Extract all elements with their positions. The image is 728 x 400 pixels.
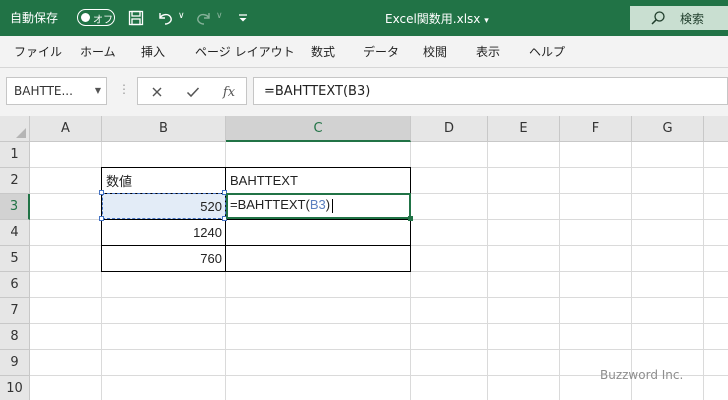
insert-function-icon[interactable]: fx — [218, 82, 240, 102]
file-name[interactable]: Excel関数用.xlsx ▾ — [385, 10, 489, 27]
table-border — [101, 245, 411, 246]
name-box[interactable]: BAHTTE... ▼ — [6, 77, 107, 105]
autosave-label: 自動保存 — [10, 11, 59, 25]
table-border — [101, 271, 411, 272]
row-header-5[interactable]: 5 — [0, 246, 30, 272]
row-header-9[interactable]: 9 — [0, 350, 30, 376]
tab-review[interactable]: 校閲 — [423, 43, 447, 60]
cancel-icon[interactable] — [146, 82, 168, 102]
tab-data[interactable]: データ — [363, 43, 399, 60]
formula-text: =BAHTTEXT(B3) — [264, 84, 371, 99]
select-all-triangle-icon — [16, 128, 26, 138]
name-box-dropdown-icon[interactable]: ▼ — [95, 86, 101, 95]
cell-c2[interactable]: BAHTTEXT — [226, 168, 411, 193]
row-header-4[interactable]: 4 — [0, 220, 30, 246]
toggle-knob — [81, 12, 90, 22]
formula-reference-border — [102, 193, 226, 219]
cell-b2[interactable]: 数値 — [102, 168, 226, 193]
ribbon-tabs: ファイル ホーム 挿入 ページ レイアウト 数式 データ 校閲 表示 ヘルプ — [0, 36, 728, 68]
row-header-1[interactable]: 1 — [0, 142, 30, 168]
gridline — [30, 297, 728, 298]
save-icon[interactable] — [126, 8, 146, 28]
row-header-8[interactable]: 8 — [0, 324, 30, 350]
tab-home[interactable]: ホーム — [80, 43, 116, 60]
file-name-text: Excel関数用.xlsx — [385, 12, 481, 26]
formula-input[interactable]: =BAHTTEXT(B3) — [253, 77, 728, 105]
row-header-2[interactable]: 2 — [0, 168, 30, 194]
table-border — [101, 167, 411, 168]
row-header-3[interactable]: 3 — [0, 194, 30, 220]
cell-b5[interactable]: 760 — [102, 246, 226, 271]
column-header-e[interactable]: E — [488, 116, 560, 142]
fill-handle[interactable] — [408, 216, 413, 221]
table-border — [101, 219, 411, 220]
toggle-state: オフ — [93, 15, 113, 26]
redo-icon[interactable] — [194, 8, 214, 28]
row-header-10[interactable]: 10 — [0, 376, 30, 400]
tab-file[interactable]: ファイル — [14, 43, 62, 60]
column-header-partial[interactable] — [704, 116, 728, 142]
edit-formula-prefix: =BAHTTEXT( — [230, 197, 310, 212]
tab-view[interactable]: 表示 — [476, 43, 500, 60]
autosave-toggle[interactable]: オフ — [77, 9, 115, 26]
column-header-b[interactable]: B — [102, 116, 226, 142]
column-header-g[interactable]: G — [632, 116, 704, 142]
undo-dropdown-icon[interactable]: ∨ — [178, 11, 185, 21]
search-label: 検索 — [680, 12, 705, 26]
gridline — [30, 349, 728, 350]
edit-formula-reference: B3 — [309, 197, 326, 212]
search-icon — [650, 10, 666, 30]
cell-b4[interactable]: 1240 — [102, 220, 226, 245]
gridline — [30, 323, 728, 324]
title-bar: 自動保存 オフ ∨ ∨ Excel関数用.xlsx ▾ 検索 — [0, 0, 728, 36]
column-header-f[interactable]: F — [560, 116, 632, 142]
file-name-caret: ▾ — [484, 16, 489, 26]
customize-toolbar-icon[interactable] — [233, 8, 253, 28]
select-all-button[interactable] — [0, 116, 30, 142]
edit-formula-suffix: ) — [325, 197, 331, 212]
formula-buttons: fx — [137, 77, 247, 105]
column-header-d[interactable]: D — [411, 116, 488, 142]
watermark: Buzzword Inc. — [600, 368, 684, 382]
formula-bar-splitter[interactable]: ⋮ — [118, 82, 130, 96]
text-cursor — [332, 198, 334, 213]
row-header-6[interactable]: 6 — [0, 272, 30, 298]
undo-icon[interactable] — [155, 8, 175, 28]
tab-page-layout[interactable]: ページ レイアウト — [195, 43, 295, 60]
tab-formulas[interactable]: 数式 — [311, 43, 335, 60]
cell-c3-editor[interactable]: =BAHTTEXT(B3) — [230, 197, 334, 213]
row-header-7[interactable]: 7 — [0, 298, 30, 324]
name-box-value: BAHTTE... — [14, 84, 73, 98]
redo-dropdown-icon[interactable]: ∨ — [216, 11, 223, 21]
reference-handle[interactable] — [99, 190, 104, 195]
tab-insert[interactable]: 挿入 — [141, 43, 165, 60]
column-header-a[interactable]: A — [30, 116, 102, 142]
tab-help[interactable]: ヘルプ — [529, 43, 565, 60]
search-box[interactable]: 検索 — [630, 6, 728, 30]
reference-handle[interactable] — [99, 216, 104, 221]
enter-check-icon[interactable] — [182, 82, 204, 102]
column-header-c[interactable]: C — [226, 116, 411, 142]
